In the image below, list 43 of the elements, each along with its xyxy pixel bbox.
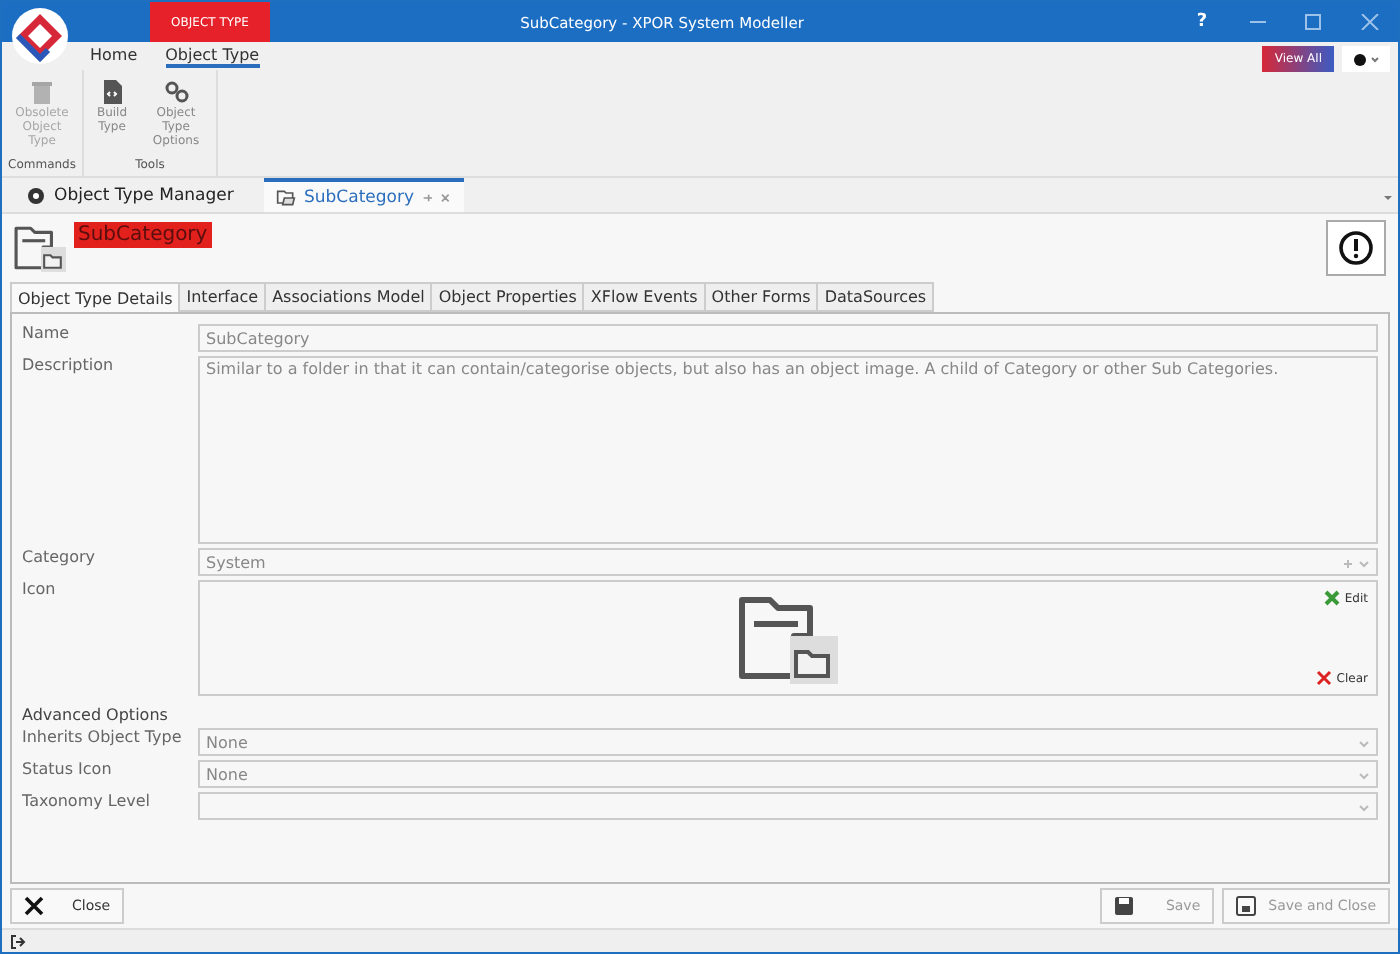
exit-icon[interactable]: [10, 933, 26, 949]
field-label: Taxonomy Level: [22, 792, 152, 814]
floppy-icon: [1236, 896, 1257, 916]
file-code-icon: [98, 78, 126, 106]
tab[interactable]: Object Properties: [430, 282, 585, 312]
dropdown-icon[interactable]: [1358, 738, 1370, 750]
section-heading: Advanced Options: [22, 706, 170, 724]
document-tab[interactable]: Object Type Manager: [14, 178, 264, 212]
folder-icon: [276, 187, 296, 207]
tab[interactable]: XFlow Events: [582, 282, 706, 312]
document-tab-label: Object Type Manager: [54, 185, 234, 205]
alert-button[interactable]: [1326, 220, 1386, 276]
field-label: Category: [22, 548, 98, 570]
ribbon-tab[interactable]: Home: [90, 45, 138, 67]
clear-icon: [1316, 670, 1333, 686]
close-icon: [24, 896, 44, 916]
tab[interactable]: Other Forms: [703, 282, 819, 312]
ribbon-tab[interactable]: Object Type: [165, 45, 260, 67]
edit-icon: [1324, 590, 1341, 606]
document-tab[interactable]: SubCategory: [264, 178, 464, 212]
object-type-title: SubCategory: [74, 222, 212, 248]
alert-icon: [1338, 230, 1374, 266]
eye-dropdown-button[interactable]: [1342, 46, 1390, 72]
field-label: Status Icon: [22, 760, 114, 782]
trash-icon: [28, 78, 56, 106]
add-and-dropdown-icon[interactable]: [1342, 558, 1370, 570]
tab[interactable]: Interface: [178, 282, 267, 312]
dropdown-icon[interactable]: [1358, 770, 1370, 782]
folder-image: [738, 592, 838, 684]
floppy-icon: [1113, 896, 1134, 916]
dropdown-field[interactable]: [198, 792, 1378, 820]
tab[interactable]: Object Type Details: [10, 282, 181, 312]
tab[interactable]: DataSources: [816, 282, 935, 312]
help-button[interactable]: ?: [1174, 12, 1230, 32]
field-label: Inherits Object Type: [22, 728, 184, 750]
field-label: Description: [22, 356, 116, 378]
document-tab-label: SubCategory: [304, 187, 415, 207]
folder-icon: [14, 224, 66, 272]
field-label: Name: [22, 324, 72, 346]
dropdown-icon[interactable]: [1358, 802, 1370, 814]
field-label: Icon: [22, 580, 58, 602]
tab[interactable]: Associations Model: [264, 282, 433, 312]
gears-icon: [162, 78, 190, 106]
